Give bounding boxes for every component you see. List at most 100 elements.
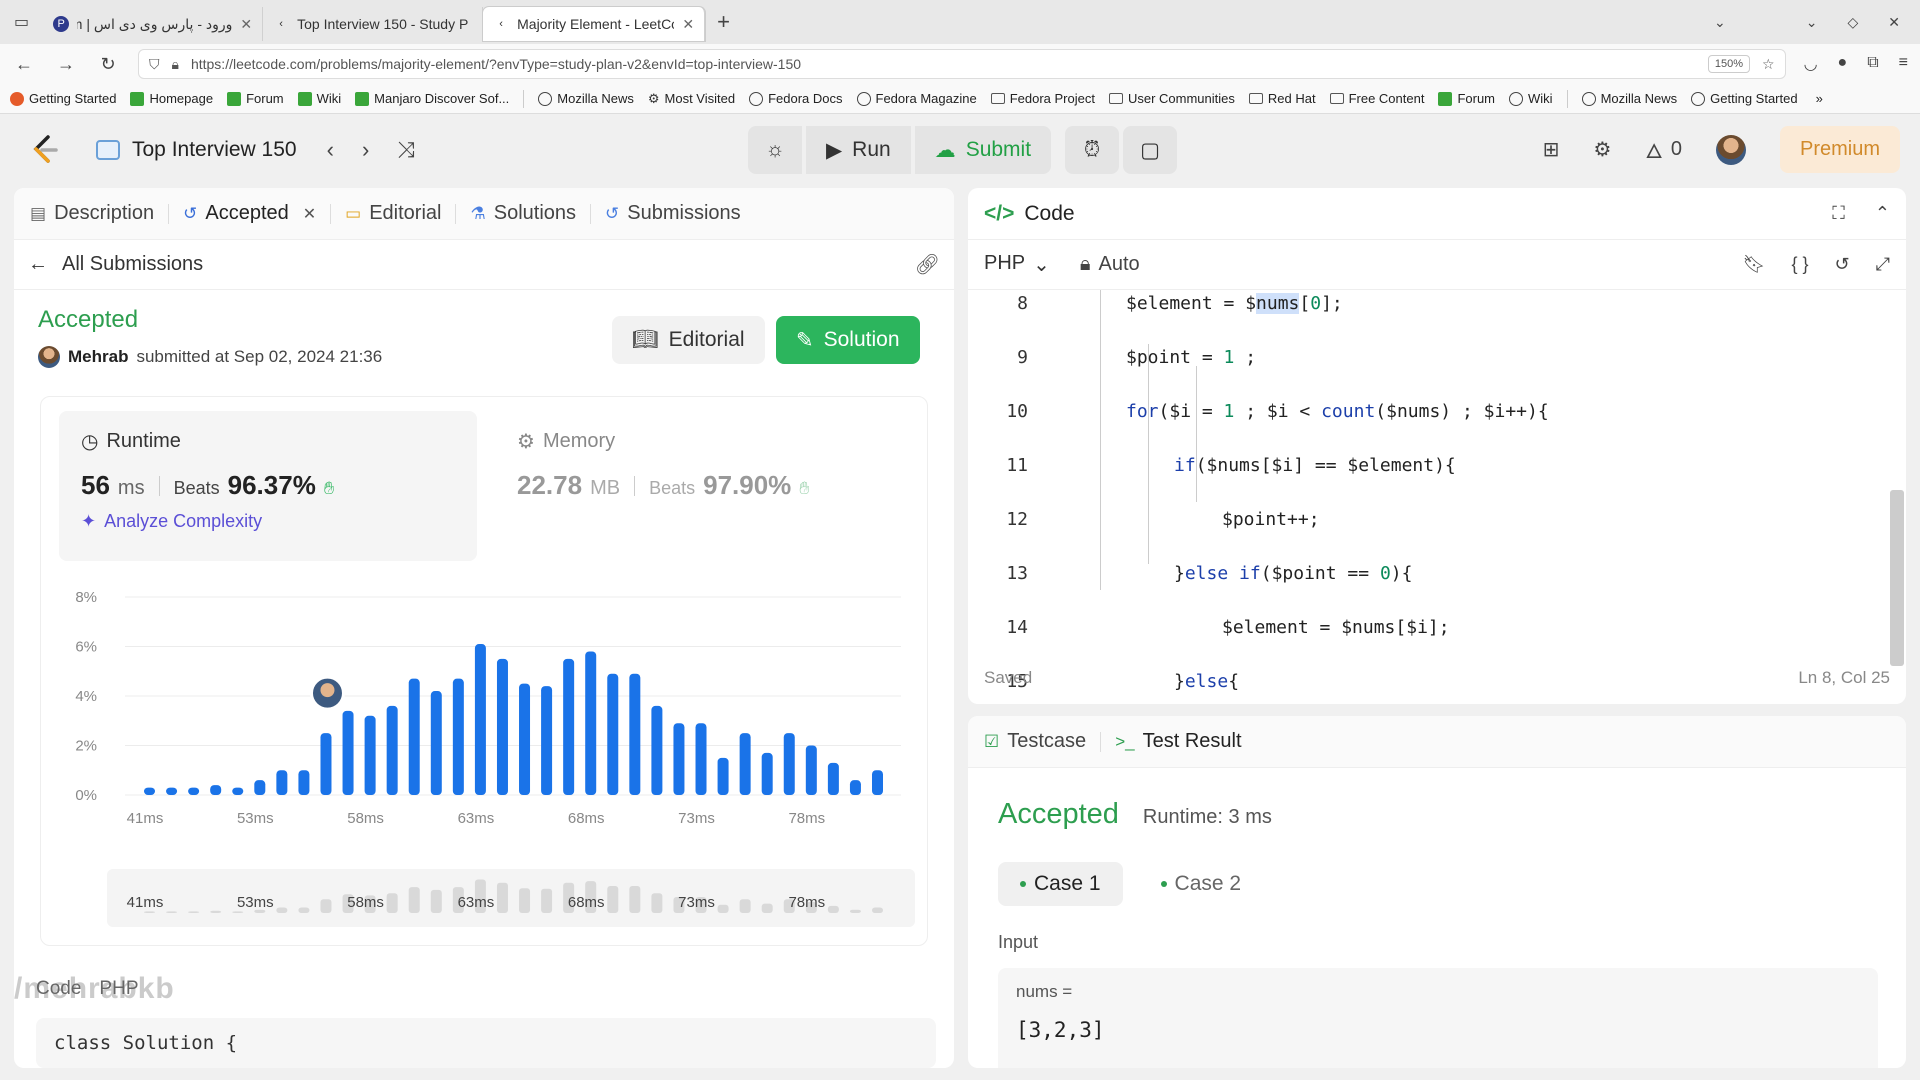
bookmark-item[interactable]: Mozilla News	[538, 91, 634, 106]
pocket-icon[interactable]: ◡	[1804, 54, 1818, 74]
maximize-icon[interactable]: ◇	[1847, 14, 1858, 31]
shuffle-icon[interactable]: ⤨	[397, 137, 415, 163]
tab-accepted[interactable]: ↺ Accepted ✕	[183, 202, 316, 225]
back-arrow-icon[interactable]: ←	[28, 253, 48, 276]
reload-icon[interactable]: ↻	[96, 54, 120, 75]
avatar[interactable]	[38, 346, 60, 368]
forward-icon[interactable]: →	[54, 54, 78, 75]
bookmark-icon[interactable]: 🔖︎	[1743, 254, 1766, 275]
submitted-time: submitted at Sep 02, 2024 21:36	[136, 347, 383, 366]
back-icon[interactable]: ←	[12, 54, 36, 75]
tab-testcase[interactable]: ☑ Testcase	[984, 730, 1086, 753]
username[interactable]: Mehrab	[68, 347, 128, 367]
tab-test-result[interactable]: >_ Test Result	[1115, 730, 1241, 753]
analyze-complexity-link[interactable]: ✦ Analyze Complexity	[81, 511, 455, 532]
bookmark-item[interactable]: Fedora Docs	[749, 91, 843, 106]
bookmark-item[interactable]: Homepage	[130, 91, 213, 106]
tab-submissions[interactable]: ↺ Submissions	[605, 202, 741, 225]
bookmark-item[interactable]: ⚙ Most Visited	[648, 91, 735, 107]
code-line[interactable]: 9 $point = 1 ;	[968, 344, 1906, 371]
profile-icon[interactable]: ●	[1838, 54, 1848, 74]
runtime-distribution-chart[interactable]: 8% 6% 4% 2% 0% 41ms 41ms 53ms 53ms 58ms 58ms 63ms 63…	[41, 577, 929, 947]
bookmark-item[interactable]: Getting Started	[1691, 91, 1798, 106]
code-line[interactable]: 15}else{	[968, 668, 1906, 695]
prev-problem-icon[interactable]: ‹	[327, 137, 334, 163]
tab-solutions[interactable]: ⚗ Solutions	[470, 202, 576, 225]
case-2-tab[interactable]: Case 2	[1139, 862, 1264, 906]
case-1-tab[interactable]: Case 1	[998, 862, 1123, 906]
bookmark-item[interactable]: Fedora Magazine	[856, 91, 977, 106]
share-link-icon[interactable]: 🔗︎	[915, 252, 940, 277]
bookmark-item[interactable]: Free Content	[1329, 91, 1424, 106]
reset-icon[interactable]: ↺	[1835, 254, 1850, 275]
settings-gear-icon[interactable]: ⚙	[1593, 137, 1611, 162]
bookmark-item[interactable]: Forum	[227, 91, 284, 106]
fullscreen-icon[interactable]: ⛶	[1832, 203, 1845, 224]
bookmark-item[interactable]: Red Hat	[1248, 91, 1316, 106]
submit-button[interactable]: ☁ Submit	[914, 126, 1052, 174]
close-tab-icon[interactable]: ✕	[240, 16, 252, 33]
shield-icon[interactable]: ⛉	[149, 56, 160, 73]
extensions-icon[interactable]: ⧉	[1867, 54, 1878, 74]
debug-button[interactable]: ☼	[748, 126, 802, 174]
editorial-button[interactable]: 📖︎ Editorial	[612, 316, 765, 364]
bookmarks-overflow-icon[interactable]: »	[1816, 91, 1823, 106]
code-editor[interactable]: 8 $element = $nums[0]; 9 $point = 1 ; 10 for(…	[968, 290, 1906, 692]
url-text[interactable]: https://leetcode.com/problems/majority-e…	[191, 56, 1696, 72]
run-button[interactable]: ▶ Run	[806, 126, 911, 174]
study-plan-link[interactable]: Top Interview 150	[96, 138, 297, 162]
bookmark-item[interactable]: Getting Started	[10, 91, 116, 106]
bookmark-item[interactable]: Manjaro Discover Sof...	[355, 91, 509, 106]
code-line[interactable]: 11 if($nums[$i] == $element){	[968, 452, 1906, 479]
submitted-code[interactable]: class Solution {	[36, 1018, 936, 1068]
address-bar[interactable]: ⛉ 🔒︎ https://leetcode.com/problems/major…	[138, 49, 1786, 79]
lock-icon[interactable]: 🔒︎	[172, 56, 179, 73]
layout-grid-icon[interactable]: ⊞	[1543, 137, 1560, 162]
menu-icon[interactable]: ≡	[1899, 54, 1908, 74]
code-line[interactable]: 13}else if($point == 0){	[968, 560, 1906, 587]
browser-tab-2[interactable]: ‹ Top Interview 150 - Study P	[263, 7, 484, 41]
bookmark-star-icon[interactable]: ☆	[1762, 56, 1775, 73]
solution-button[interactable]: ✎ Solution	[776, 316, 920, 364]
auto-mode[interactable]: 🔒︎ Auto	[1080, 253, 1140, 276]
timer-button[interactable]: ⏰︎	[1065, 126, 1120, 174]
browser-tab-1[interactable]: P ورود - پارس وی دی اس | m ✕	[43, 7, 264, 41]
notes-button[interactable]: ▢	[1123, 126, 1178, 174]
clap-icon: ✋︎	[323, 478, 335, 498]
tab-editorial[interactable]: ▭ Editorial	[345, 202, 441, 225]
browser-tab-3[interactable]: ‹ Majority Element - LeetCo ✕	[483, 7, 706, 41]
premium-button[interactable]: Premium	[1779, 126, 1900, 173]
language-select[interactable]: PHP ⌄	[984, 252, 1050, 277]
zoom-level[interactable]: 150%	[1707, 55, 1751, 73]
all-submissions-link[interactable]: All Submissions	[62, 253, 203, 276]
code-line[interactable]: 8 $element = $nums[0];	[968, 290, 1906, 317]
streak-counter[interactable]: 🜂 0	[1645, 129, 1682, 170]
code-line[interactable]: 12 $point++;	[968, 506, 1906, 533]
next-problem-icon[interactable]: ›	[362, 137, 369, 163]
collapse-icon[interactable]: ⌃	[1875, 203, 1890, 224]
expand-icon[interactable]: ⤢	[1876, 254, 1890, 275]
document-icon: ▤	[30, 203, 47, 223]
bookmark-item[interactable]: Wiki	[1509, 91, 1553, 106]
close-window-icon[interactable]: ✕	[1888, 14, 1900, 31]
close-tab-icon[interactable]: ✕	[682, 16, 694, 33]
bookmark-item[interactable]: Mozilla News	[1581, 91, 1677, 106]
beats-label: Beats	[649, 478, 696, 498]
format-braces-icon[interactable]: { }	[1791, 254, 1808, 275]
runtime-box[interactable]: ◷ Runtime 56 ms Beats 96.37% ✋︎ ✦ Analyz…	[59, 411, 477, 561]
memory-box[interactable]: ⚙ Memory 22.78 MB Beats 97.90% ✋︎	[505, 411, 905, 561]
bookmark-item[interactable]: Wiki	[297, 91, 341, 106]
bookmark-item[interactable]: Forum	[1438, 91, 1495, 106]
code-line[interactable]: 14 $element = $nums[$i];	[968, 614, 1906, 641]
minimize-icon[interactable]: ⌄	[1806, 14, 1818, 31]
new-tab-icon[interactable]: +	[705, 9, 742, 35]
bookmark-item[interactable]: Fedora Project	[990, 91, 1095, 106]
tab-list-icon[interactable]: ▭	[0, 12, 43, 32]
code-line[interactable]: 10 for($i = 1 ; $i < count($nums) ; $i++)…	[968, 398, 1906, 425]
tab-overflow-icon[interactable]: ⌄	[1714, 14, 1726, 31]
close-tab-icon[interactable]: ✕	[303, 204, 316, 224]
leetcode-logo-icon[interactable]	[28, 133, 62, 167]
user-avatar[interactable]	[1715, 134, 1746, 165]
tab-description[interactable]: ▤ Description	[30, 202, 154, 225]
bookmark-item[interactable]: User Communities	[1108, 91, 1235, 106]
